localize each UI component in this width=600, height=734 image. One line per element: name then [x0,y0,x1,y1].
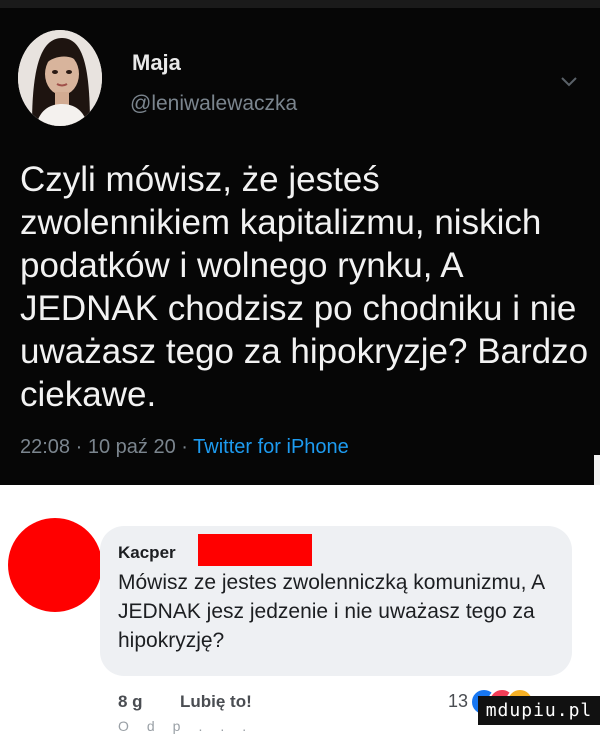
meta-separator: · [181,436,188,458]
comment-text: Mówisz ze jestes zwolenniczką komunizmu,… [118,571,544,652]
meta-separator: · [75,436,83,458]
tweet-author-name[interactable]: Maja [132,50,181,76]
tweet-date[interactable]: 10 paź 20 [88,436,176,458]
like-button[interactable]: Lubię to! [180,692,252,712]
tweet-text: Czyli mówisz, że jesteś zwolennikiem kap… [20,160,589,414]
tweet-card: Maja @leniwalewaczka Czyli mówisz, że je… [0,0,600,485]
tweet-source[interactable]: Twitter for iPhone [193,436,349,458]
tweet-author-avatar[interactable] [18,30,102,126]
edge-mark [594,455,600,485]
tweet-meta: 22:08 · 10 paź 20 · Twitter for iPhone [20,436,349,459]
watermark: mdupiu.pl [478,696,600,725]
tweet-time[interactable]: 22:08 [20,436,70,458]
redaction-box [198,534,312,566]
reply-link-cut[interactable]: Odp... [118,718,264,734]
comment-author-name[interactable]: Kacper [118,543,176,563]
reaction-count[interactable]: 13 [448,691,468,712]
comment-age[interactable]: 8 g [118,692,143,712]
comment-author-avatar[interactable] [8,518,102,612]
tweet-author-handle[interactable]: @leniwalewaczka [130,92,297,116]
chevron-down-icon[interactable] [560,76,578,88]
top-divider [0,0,600,8]
